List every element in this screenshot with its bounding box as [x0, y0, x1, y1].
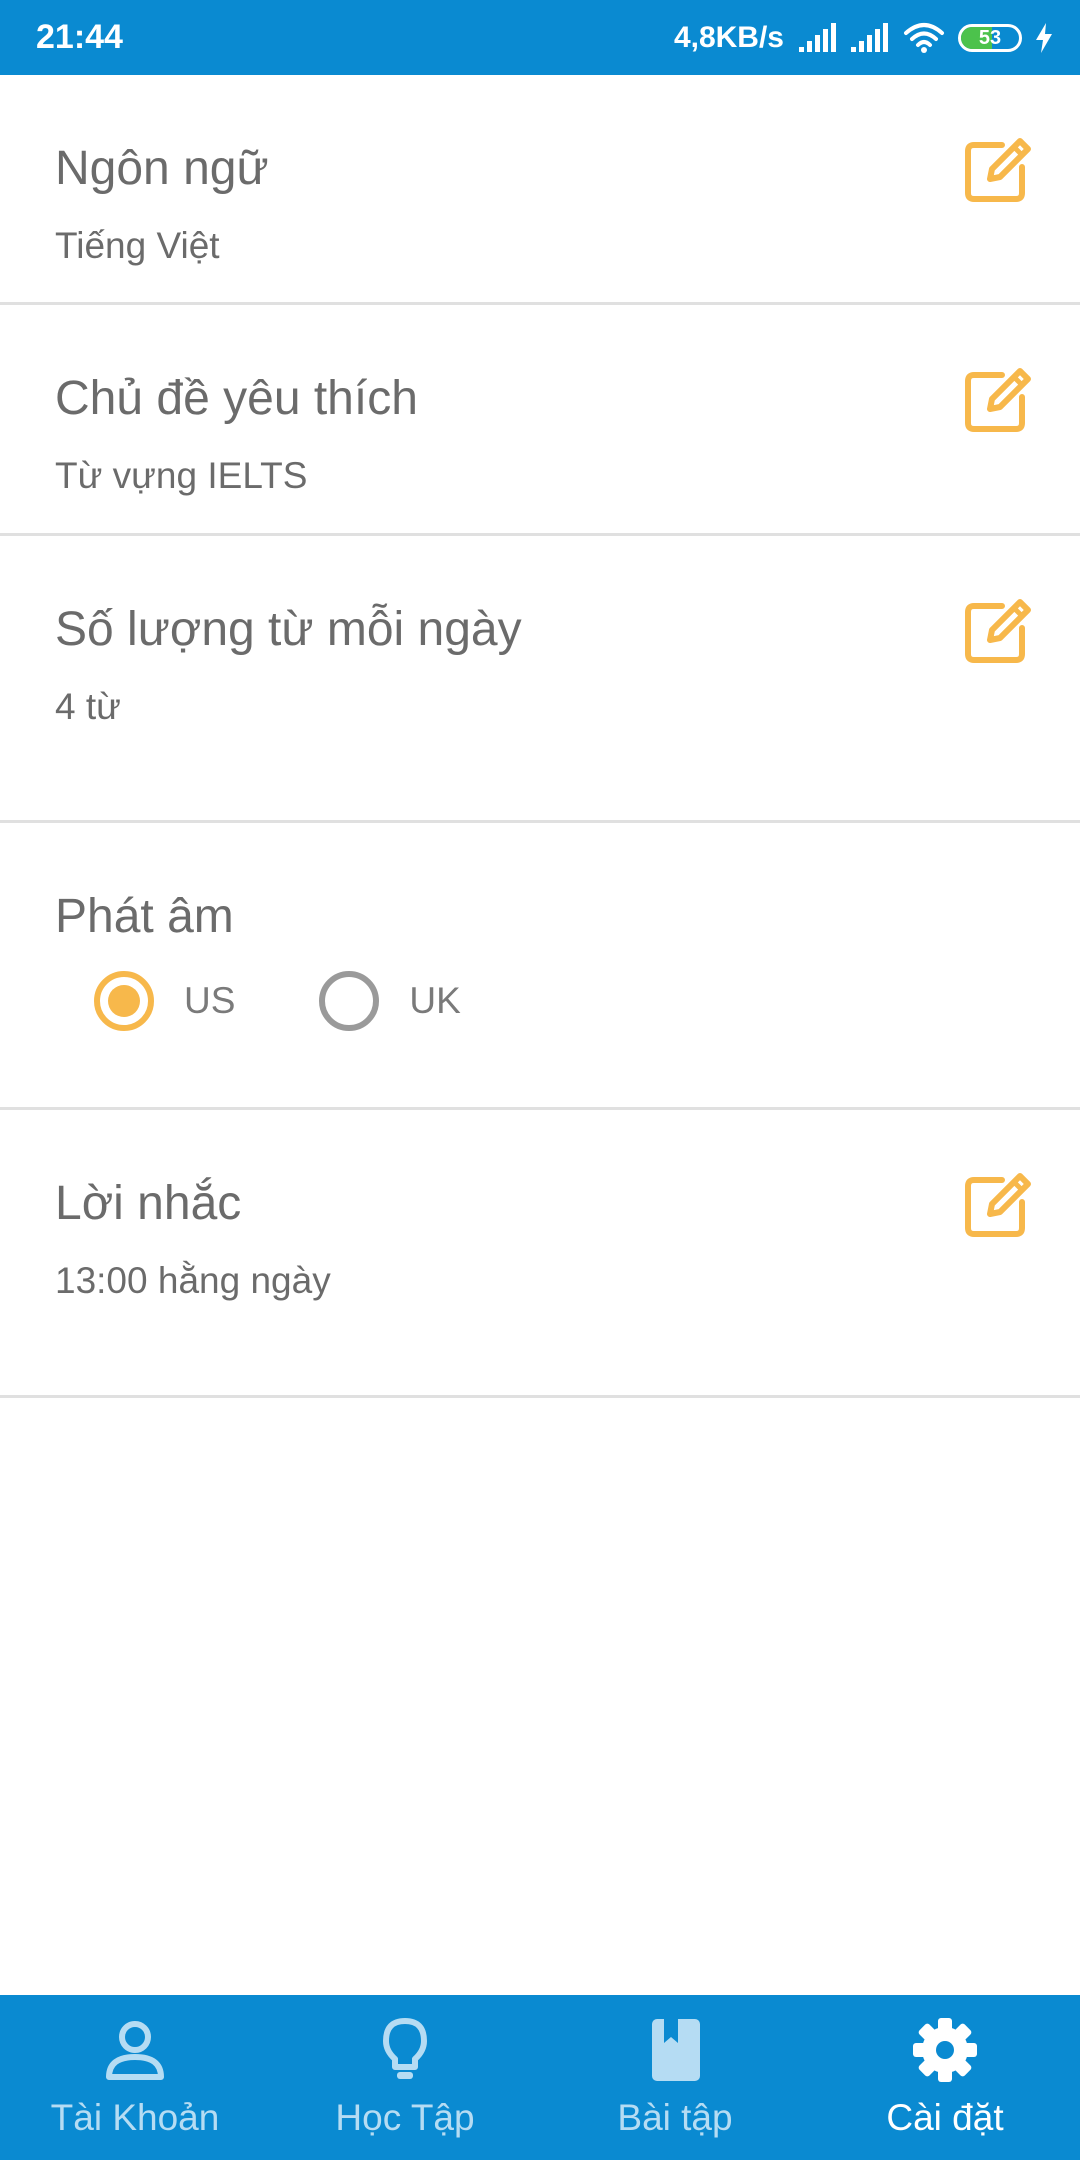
edit-word-count-button[interactable]	[962, 592, 1036, 666]
battery-level: 53	[978, 26, 1002, 49]
pronunciation-radio-group: US UK	[94, 971, 545, 1031]
edit-icon	[965, 599, 1031, 663]
book-icon	[640, 2015, 710, 2085]
setting-title: Số lượng từ mỗi ngày	[55, 603, 522, 656]
signal-icon	[799, 22, 836, 52]
setting-title: Chủ đề yêu thích	[55, 372, 418, 425]
nav-item-settings[interactable]: Cài đặt	[810, 1995, 1080, 2160]
user-icon	[100, 2015, 170, 2085]
edit-icon	[965, 138, 1031, 202]
status-indicators: 4,8KB/s 53	[674, 0, 1054, 75]
status-bar: 21:44 4,8KB/s 53	[0, 0, 1080, 75]
setting-title: Ngôn ngữ	[55, 142, 269, 195]
network-speed: 4,8KB/s	[673, 20, 784, 54]
edit-language-button[interactable]	[962, 131, 1036, 205]
nav-label: Cài đặt	[886, 2097, 1004, 2138]
setting-title: Lời nhắc	[55, 1177, 242, 1230]
setting-value: Tiếng Việt	[55, 225, 220, 266]
lightbulb-icon	[370, 2015, 440, 2085]
setting-language: Ngôn ngữ Tiếng Việt	[0, 75, 1080, 305]
edit-topic-button[interactable]	[962, 361, 1036, 435]
status-time: 21:44	[36, 18, 123, 56]
nav-label: Bài tập	[617, 2097, 733, 2138]
setting-title: Phát âm	[55, 890, 234, 943]
charging-icon	[1036, 22, 1052, 53]
edit-icon	[965, 1173, 1031, 1237]
radio-option-uk[interactable]: UK	[319, 971, 461, 1031]
nav-label: Tài Khoản	[50, 2097, 220, 2138]
nav-item-account[interactable]: Tài Khoản	[0, 1995, 270, 2160]
setting-value: Từ vựng IELTS	[55, 455, 308, 496]
setting-value: 13:00 hằng ngày	[55, 1260, 331, 1301]
setting-value: 4 từ	[55, 686, 121, 727]
gear-icon	[910, 2015, 980, 2085]
wifi-icon	[904, 22, 944, 53]
nav-item-learn[interactable]: Học Tập	[270, 1995, 540, 2160]
settings-list: Ngôn ngữ Tiếng Việt Chủ đề yêu thích Từ …	[0, 75, 1080, 1398]
setting-topic: Chủ đề yêu thích Từ vựng IELTS	[0, 305, 1080, 536]
setting-word-count: Số lượng từ mỗi ngày 4 từ	[0, 536, 1080, 823]
edit-reminder-button[interactable]	[962, 1166, 1036, 1240]
signal-icon	[851, 22, 888, 52]
edit-icon	[965, 368, 1031, 432]
radio-option-us[interactable]: US	[94, 971, 235, 1031]
nav-label: Học Tập	[335, 2097, 475, 2138]
battery-icon: 53	[958, 23, 1022, 52]
radio-label: UK	[409, 980, 461, 1021]
radio-label: US	[184, 980, 236, 1021]
setting-reminder: Lời nhắc 13:00 hằng ngày	[0, 1110, 1080, 1398]
nav-item-exercise[interactable]: Bài tập	[540, 1995, 810, 2160]
bottom-navigation: Tài Khoản Học Tập Bài tập Cài đặt	[0, 1995, 1080, 2160]
radio-button-unchecked[interactable]	[319, 971, 380, 1031]
setting-pronunciation: Phát âm US UK	[0, 823, 1080, 1110]
radio-button-checked[interactable]	[94, 971, 154, 1031]
